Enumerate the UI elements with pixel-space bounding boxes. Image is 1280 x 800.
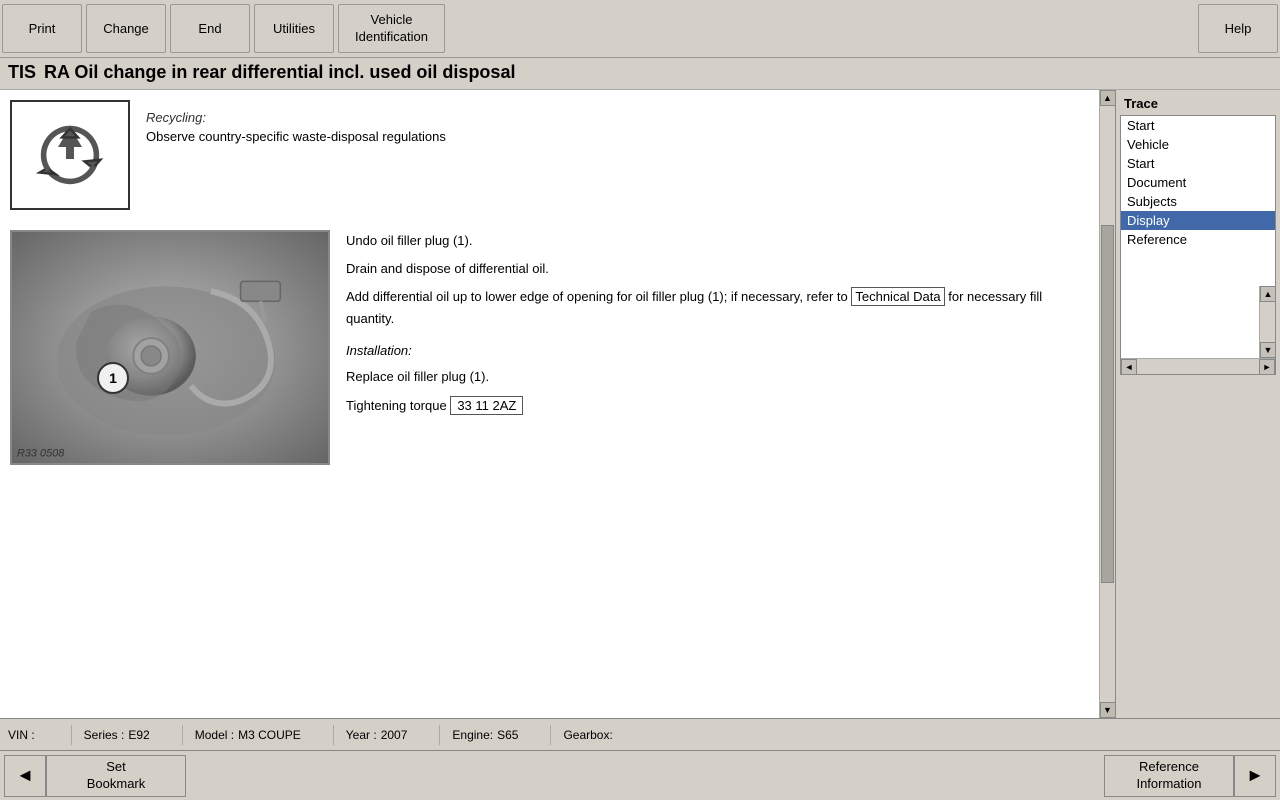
trace-item-reference[interactable]: Reference	[1121, 230, 1275, 249]
svg-text:R33 0508: R33 0508	[17, 447, 65, 459]
series-label: Series :	[84, 728, 125, 742]
toolbar-spacer	[447, 0, 1198, 57]
status-sep-1	[71, 725, 72, 745]
instruction-3: Add differential oil up to lower edge of…	[346, 286, 1079, 330]
print-button[interactable]: Print	[2, 4, 82, 53]
recycle-icon-box	[10, 100, 130, 210]
help-button[interactable]: Help	[1198, 4, 1278, 53]
status-sep-5	[550, 725, 551, 745]
diagram-image: R33 0508	[12, 232, 328, 463]
scroll-down-button[interactable]: ▼	[1100, 702, 1116, 718]
instruction-2: Drain and dispose of differential oil.	[346, 258, 1079, 280]
trace-item-display[interactable]: Display	[1121, 211, 1275, 230]
tis-label: TIS	[8, 62, 36, 83]
trace-list-box: Start Vehicle Start Document Subjects Di…	[1120, 115, 1276, 375]
engine-value: S65	[497, 728, 518, 742]
content-scrollbar[interactable]: ▲ ▼	[1099, 90, 1115, 718]
diagram-box: R33 0508 1	[10, 230, 330, 465]
technical-data-link[interactable]: Technical Data	[851, 287, 944, 306]
bookmark-button[interactable]: Set Bookmark	[46, 755, 186, 797]
trace-title: Trace	[1120, 94, 1276, 113]
trace-scroll-vertical[interactable]: ▲ ▼	[1259, 286, 1275, 358]
reference-info-button[interactable]: Reference Information	[1104, 755, 1234, 797]
step-circle-1: 1	[97, 362, 129, 394]
year-value: 2007	[381, 728, 408, 742]
status-sep-2	[182, 725, 183, 745]
toolbar: Print Change End Utilities Vehicle Ident…	[0, 0, 1280, 58]
end-button[interactable]: End	[170, 4, 250, 53]
trace-item-start1[interactable]: Start	[1121, 116, 1275, 135]
content-wrapper: Recycling: Observe country-specific wast…	[0, 90, 1115, 718]
trace-scroll-left[interactable]: ◄	[1121, 359, 1137, 375]
year-label: Year :	[346, 728, 377, 742]
trace-panel-container: Trace Start Vehicle Start Document Subje…	[1115, 90, 1280, 718]
trace-item-document[interactable]: Document	[1121, 173, 1275, 192]
document-title: RA Oil change in rear differential incl.…	[44, 62, 515, 83]
engine-label: Engine:	[452, 728, 493, 742]
trace-item-vehicle[interactable]: Vehicle	[1121, 135, 1275, 154]
status-sep-4	[439, 725, 440, 745]
main-area: Recycling: Observe country-specific wast…	[0, 90, 1280, 718]
instruction-4: Replace oil filler plug (1).	[346, 366, 1079, 388]
recycle-icon	[30, 115, 110, 195]
vin-label: VIN :	[8, 728, 35, 742]
instruction-1: Undo oil filler plug (1).	[346, 230, 1079, 252]
model-label: Model :	[195, 728, 234, 742]
trace-h-track	[1137, 359, 1259, 374]
forward-arrow-button[interactable]: ►	[1234, 755, 1276, 797]
title-bar: TIS RA Oil change in rear differential i…	[0, 58, 1280, 90]
trace-scroll-right[interactable]: ►	[1259, 359, 1275, 375]
installation-label: Installation:	[346, 340, 1079, 362]
model-value: M3 COUPE	[238, 728, 301, 742]
content-scroll: Recycling: Observe country-specific wast…	[0, 90, 1099, 475]
trace-scroll-down[interactable]: ▼	[1260, 342, 1276, 358]
vehicle-id-button[interactable]: Vehicle Identification	[338, 4, 445, 53]
tightening-torque-ref[interactable]: 33 11 2AZ	[450, 396, 523, 415]
gearbox-label: Gearbox:	[563, 728, 612, 742]
scroll-thumb[interactable]	[1101, 225, 1114, 583]
status-sep-3	[333, 725, 334, 745]
recycling-note: Observe country-specific waste-disposal …	[146, 129, 446, 144]
diagram-svg: R33 0508	[12, 231, 328, 464]
statusbar: VIN : Series : E92 Model : M3 COUPE Year…	[0, 718, 1280, 750]
bottombar: ◄ Set Bookmark Reference Information ►	[0, 750, 1280, 800]
trace-item-subjects[interactable]: Subjects	[1121, 192, 1275, 211]
trace-scroll-track	[1260, 302, 1275, 342]
scroll-up-button[interactable]: ▲	[1100, 90, 1116, 106]
recycling-section: Recycling: Observe country-specific wast…	[10, 100, 1079, 210]
instructions-text: Undo oil filler plug (1). Drain and disp…	[346, 230, 1079, 423]
recycling-label: Recycling:	[146, 110, 446, 125]
content-area[interactable]: Recycling: Observe country-specific wast…	[0, 90, 1099, 718]
series-value: E92	[128, 728, 149, 742]
back-arrow-button[interactable]: ◄	[4, 755, 46, 797]
trace-scroll-up[interactable]: ▲	[1260, 286, 1276, 302]
trace-item-start2[interactable]: Start	[1121, 154, 1275, 173]
trace-list[interactable]: Start Vehicle Start Document Subjects Di…	[1121, 116, 1275, 286]
utilities-button[interactable]: Utilities	[254, 4, 334, 53]
instructions-section: R33 0508 1 Undo oil filler plug (1). Dra…	[10, 230, 1079, 465]
trace-panel: Trace Start Vehicle Start Document Subje…	[1116, 90, 1280, 718]
change-button[interactable]: Change	[86, 4, 166, 53]
trace-scroll-horizontal-row: ◄ ►	[1121, 358, 1275, 374]
instruction-5: Tightening torque 33 11 2AZ	[346, 395, 1079, 417]
recycling-text: Recycling: Observe country-specific wast…	[146, 110, 446, 144]
scroll-track[interactable]	[1100, 106, 1115, 702]
